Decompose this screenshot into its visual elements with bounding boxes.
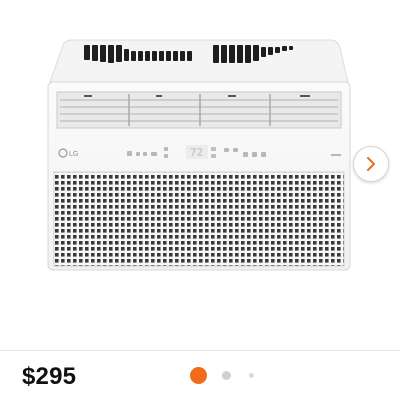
temperature-display: 72 [190, 146, 203, 159]
price-bar: $295 [0, 351, 400, 400]
brand-logo-text: LG [69, 151, 78, 158]
carousel-dot[interactable] [222, 370, 231, 380]
carousel-dot-active[interactable] [190, 366, 207, 384]
next-image-button[interactable] [353, 146, 389, 182]
chevron-right-icon [367, 157, 375, 171]
carousel-pagination [190, 365, 254, 385]
air-conditioner-image: LG 72 [47, 39, 351, 271]
product-price: $295 [22, 363, 77, 390]
product-screen: LG 72 $295 [0, 0, 400, 400]
product-image-gallery[interactable]: LG 72 [0, 0, 400, 351]
carousel-dot[interactable] [249, 372, 254, 378]
